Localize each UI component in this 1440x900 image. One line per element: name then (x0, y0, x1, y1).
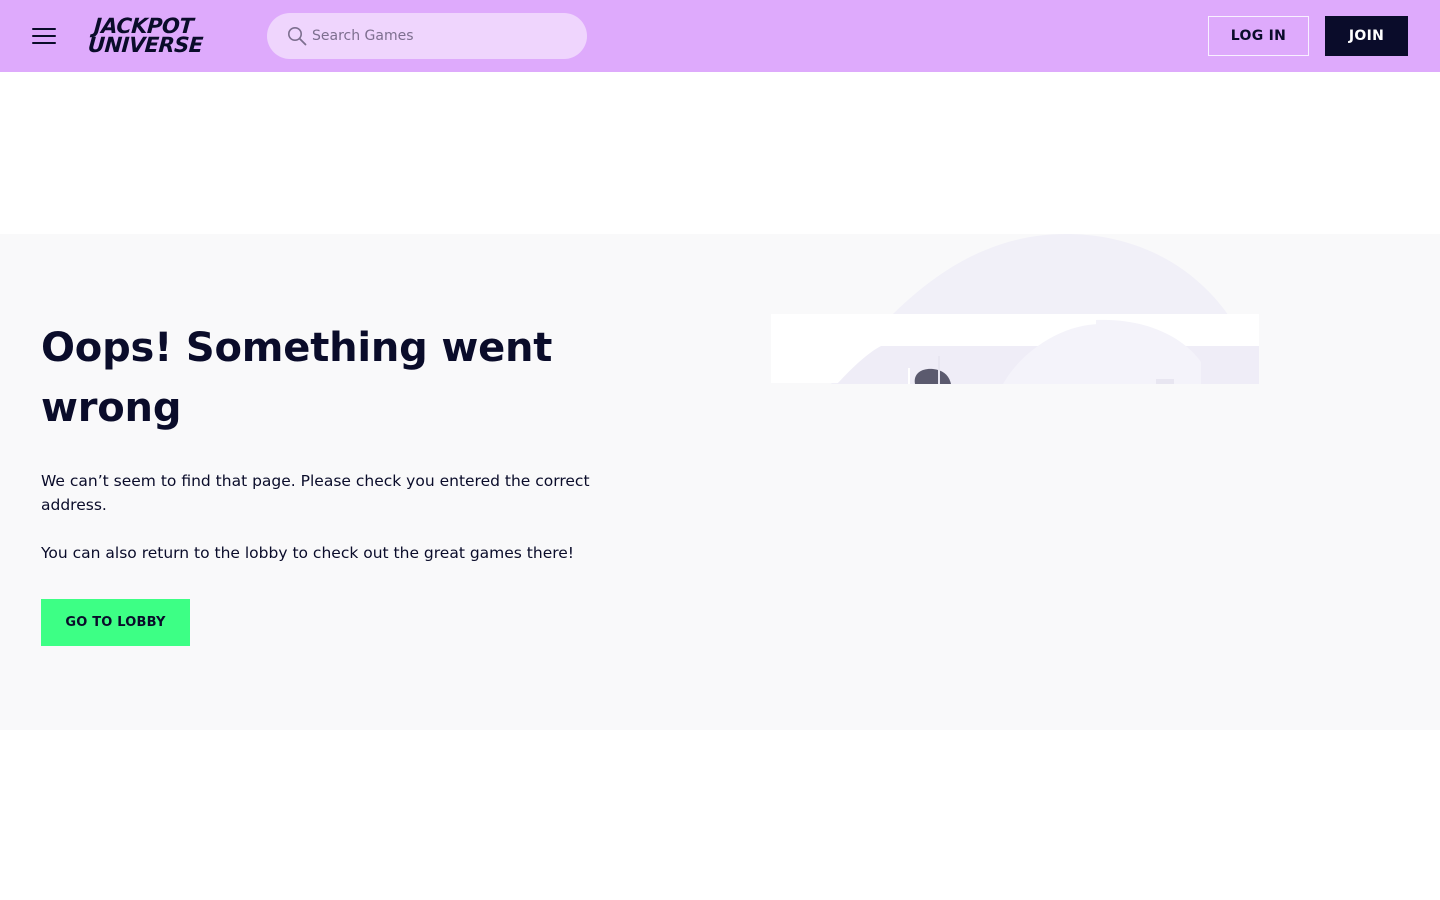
search-input[interactable] (312, 13, 572, 59)
site-logo[interactable]: JACKPOT UNIVERSE (87, 14, 236, 57)
go-to-lobby-button[interactable]: GO TO LOBBY (41, 599, 190, 646)
top-header: JACKPOT UNIVERSE LOG IN JOIN (0, 0, 1440, 72)
login-button[interactable]: LOG IN (1208, 16, 1309, 56)
error-message: We can’t seem to find that page. Please … (41, 472, 590, 514)
search-bar[interactable] (267, 13, 587, 59)
menu-bar (32, 35, 56, 37)
page-title: Oops! Something went wrong (41, 325, 553, 431)
error-section: Oops! Something went wrong We can’t seem… (0, 234, 1440, 730)
hamburger-menu-icon[interactable] (30, 24, 58, 48)
menu-bar (32, 42, 56, 44)
lobby-hint: You can also return to the lobby to chec… (41, 544, 575, 562)
search-icon (288, 27, 307, 46)
error-illustration (771, 234, 1259, 384)
menu-bar (32, 28, 56, 30)
logo-line-2: UNIVERSE (87, 33, 204, 57)
join-button[interactable]: JOIN (1325, 16, 1408, 56)
